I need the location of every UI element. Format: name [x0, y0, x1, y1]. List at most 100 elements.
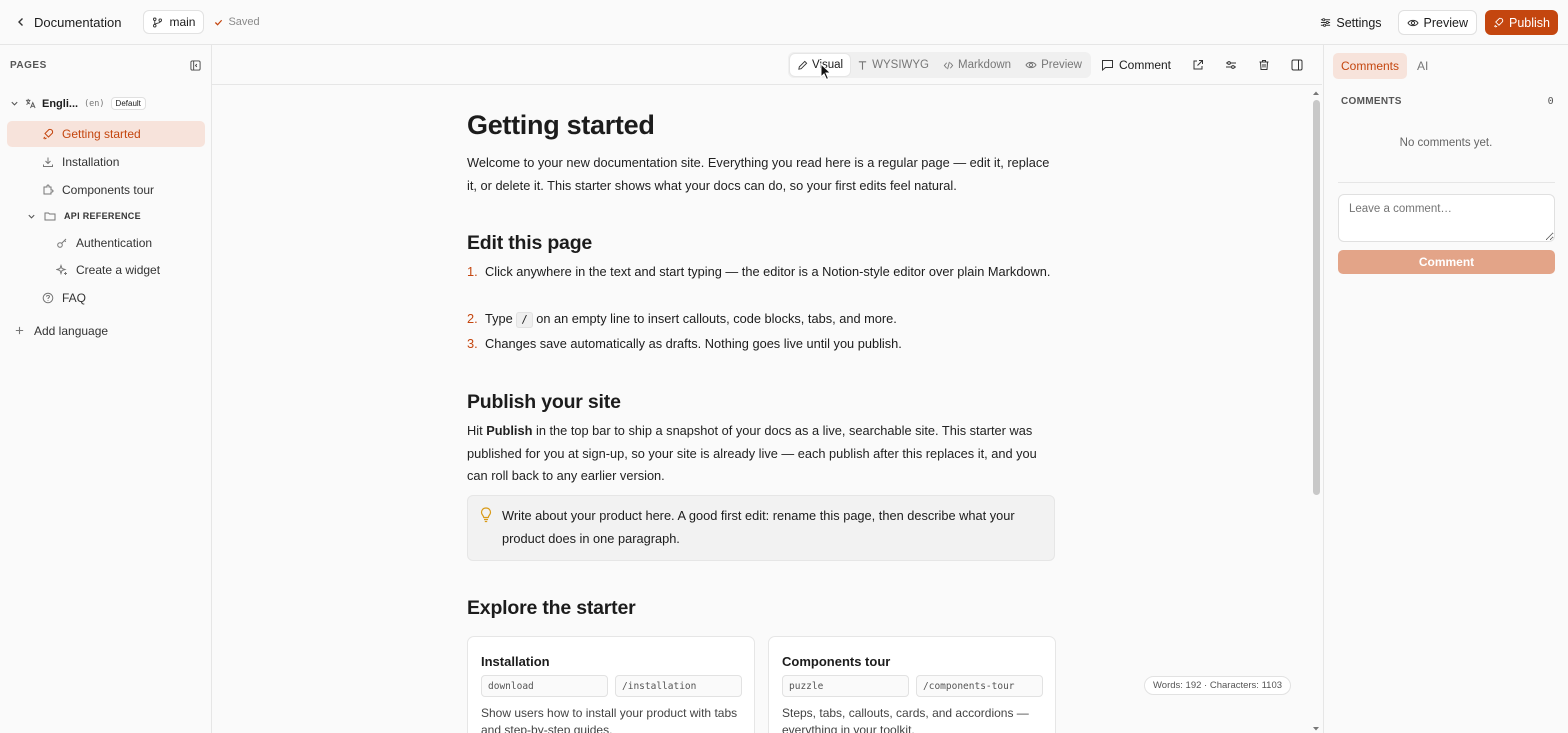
settings-button[interactable]: Settings: [1312, 10, 1389, 35]
comments-header: COMMENTS 0: [1341, 96, 1554, 107]
sidebar-item-create-a-widget[interactable]: Create a widget: [7, 257, 205, 283]
list-text: Type / on an empty line to insert callou…: [485, 311, 897, 328]
text-icon: [857, 60, 868, 71]
toggle-right-panel-button[interactable]: [1291, 54, 1303, 76]
language-row[interactable]: Engli... (en) Default: [10, 97, 146, 110]
comment-input[interactable]: [1338, 194, 1555, 242]
plus-icon: [14, 325, 26, 337]
word-count: Words: 192 · Characters: 1103: [1144, 676, 1292, 695]
translate-icon: [25, 98, 36, 109]
pages-title: PAGES: [10, 59, 47, 71]
eye-icon: [1025, 60, 1037, 70]
scroll-up-icon[interactable]: [1312, 90, 1320, 96]
sparkles-icon: [56, 264, 68, 276]
sidebar-group-label: API REFERENCE: [64, 211, 141, 221]
eye-icon: [1406, 18, 1419, 28]
card-components-tour[interactable]: Components tour puzzle /components-tour …: [768, 636, 1056, 733]
mode-preview[interactable]: Preview: [1018, 54, 1089, 76]
preview-button[interactable]: Preview: [1397, 10, 1477, 35]
folder-icon: [44, 210, 56, 222]
sidebar-item-label: Components tour: [62, 183, 155, 197]
list-text: Changes save automatically as drafts. No…: [485, 336, 902, 351]
mode-label: Markdown: [958, 59, 1012, 71]
publish-button[interactable]: Publish: [1485, 10, 1558, 35]
download-icon: [42, 156, 54, 168]
sidebar-group-api-reference[interactable]: API REFERENCE: [7, 203, 205, 229]
branch-name: main: [169, 15, 196, 29]
editor-mode-switch: Visual WYSIWYG Markdown Preview: [788, 52, 1091, 78]
card-installation[interactable]: Installation download /installation Show…: [467, 636, 755, 733]
callout-text: Write about your product here. A good fi…: [502, 508, 1015, 546]
list-item: 2. Type / on an empty line to insert cal…: [467, 308, 1057, 332]
card-description: Show users how to install your product w…: [481, 706, 738, 733]
add-language-button[interactable]: Add language: [7, 318, 205, 344]
bold-publish: Publish: [486, 423, 533, 438]
sidebar-item-label: FAQ: [62, 291, 87, 305]
card-icon-field[interactable]: download: [481, 675, 608, 697]
sidebar-item-installation[interactable]: Installation: [7, 149, 205, 175]
editor-area: Visual WYSIWYG Markdown Preview Comment …: [212, 45, 1322, 733]
rocket-icon: [42, 128, 54, 140]
saved-label: Saved: [228, 16, 260, 28]
help-circle-icon: [42, 292, 54, 304]
trash-icon: [1258, 59, 1270, 71]
tab-comments[interactable]: Comments: [1333, 53, 1408, 79]
sidebar-item-getting-started[interactable]: Getting started: [7, 121, 205, 147]
empty-comments-text: No comments yet.: [1399, 137, 1493, 149]
list-number: 1.: [467, 264, 478, 279]
default-badge: Default: [110, 97, 146, 110]
code-icon: [943, 60, 954, 71]
heading-publish-your-site: Publish your site: [467, 391, 621, 413]
back-to-documentation[interactable]: Documentation: [16, 15, 121, 30]
callout: Write about your product here. A good fi…: [467, 495, 1055, 561]
scroll-down-icon[interactable]: [1312, 726, 1320, 732]
mode-label: WYSIWYG: [872, 59, 929, 71]
list-text: Click anywhere in the text and start typ…: [485, 264, 1051, 279]
card-description: Steps, tabs, callouts, cards, and accord…: [782, 706, 1029, 733]
sidebar-item-label: Installation: [62, 155, 120, 169]
chevron-down-icon: [27, 212, 36, 221]
sliders-icon: [1320, 17, 1331, 28]
list-number: 2.: [467, 311, 478, 326]
collapse-sidebar-icon[interactable]: [190, 59, 201, 71]
lightbulb-icon: [480, 507, 492, 523]
sidebar-item-authentication[interactable]: Authentication: [7, 230, 205, 256]
open-external-button[interactable]: [1192, 54, 1204, 76]
scroll-thumb[interactable]: [1313, 100, 1320, 495]
comments-count: 0: [1547, 96, 1554, 107]
language-name: Engli...: [42, 97, 79, 110]
card-path-field[interactable]: /components-tour: [916, 675, 1043, 697]
inline-code: /: [516, 312, 533, 328]
git-branch-icon: [152, 17, 163, 28]
branch-selector[interactable]: main: [143, 10, 205, 34]
external-link-icon: [1192, 59, 1204, 71]
comments-heading: COMMENTS: [1341, 96, 1402, 107]
card-path-field[interactable]: /installation: [615, 675, 742, 697]
card-icon-field[interactable]: puzzle: [782, 675, 909, 697]
panel-right-icon: [1291, 59, 1303, 71]
sidebar-item-label: Create a widget: [76, 263, 161, 277]
heading-explore-the-starter: Explore the starter: [467, 597, 636, 619]
comment-button[interactable]: Comment: [1101, 54, 1171, 76]
chevron-down-icon: [10, 99, 19, 108]
mode-wysiwyg[interactable]: WYSIWYG: [850, 54, 936, 76]
sidebar-item-faq[interactable]: FAQ: [7, 285, 205, 311]
mode-markdown[interactable]: Markdown: [936, 54, 1018, 76]
back-label: Documentation: [34, 14, 122, 30]
tab-ai[interactable]: AI: [1409, 53, 1436, 79]
editor-scrollbar[interactable]: [1312, 90, 1320, 733]
submit-comment-button[interactable]: Comment: [1338, 250, 1555, 274]
add-language-label: Add language: [34, 324, 109, 338]
pencil-icon: [797, 60, 808, 71]
divider: [1338, 182, 1555, 183]
chevron-left-icon: [16, 17, 26, 27]
delete-page-button[interactable]: [1258, 54, 1270, 76]
language-code: (en): [84, 98, 105, 109]
sidebar-item-label: Getting started: [62, 127, 141, 141]
editor-toolbar: Visual WYSIWYG Markdown Preview Comment: [212, 45, 1322, 85]
page-title: Getting started: [467, 110, 655, 140]
sidebar-item-components-tour[interactable]: Components tour: [7, 177, 205, 203]
puzzle-icon: [42, 184, 54, 196]
page-settings-button[interactable]: [1225, 54, 1237, 76]
list-item: 3. Changes save automatically as drafts.…: [467, 333, 1057, 356]
